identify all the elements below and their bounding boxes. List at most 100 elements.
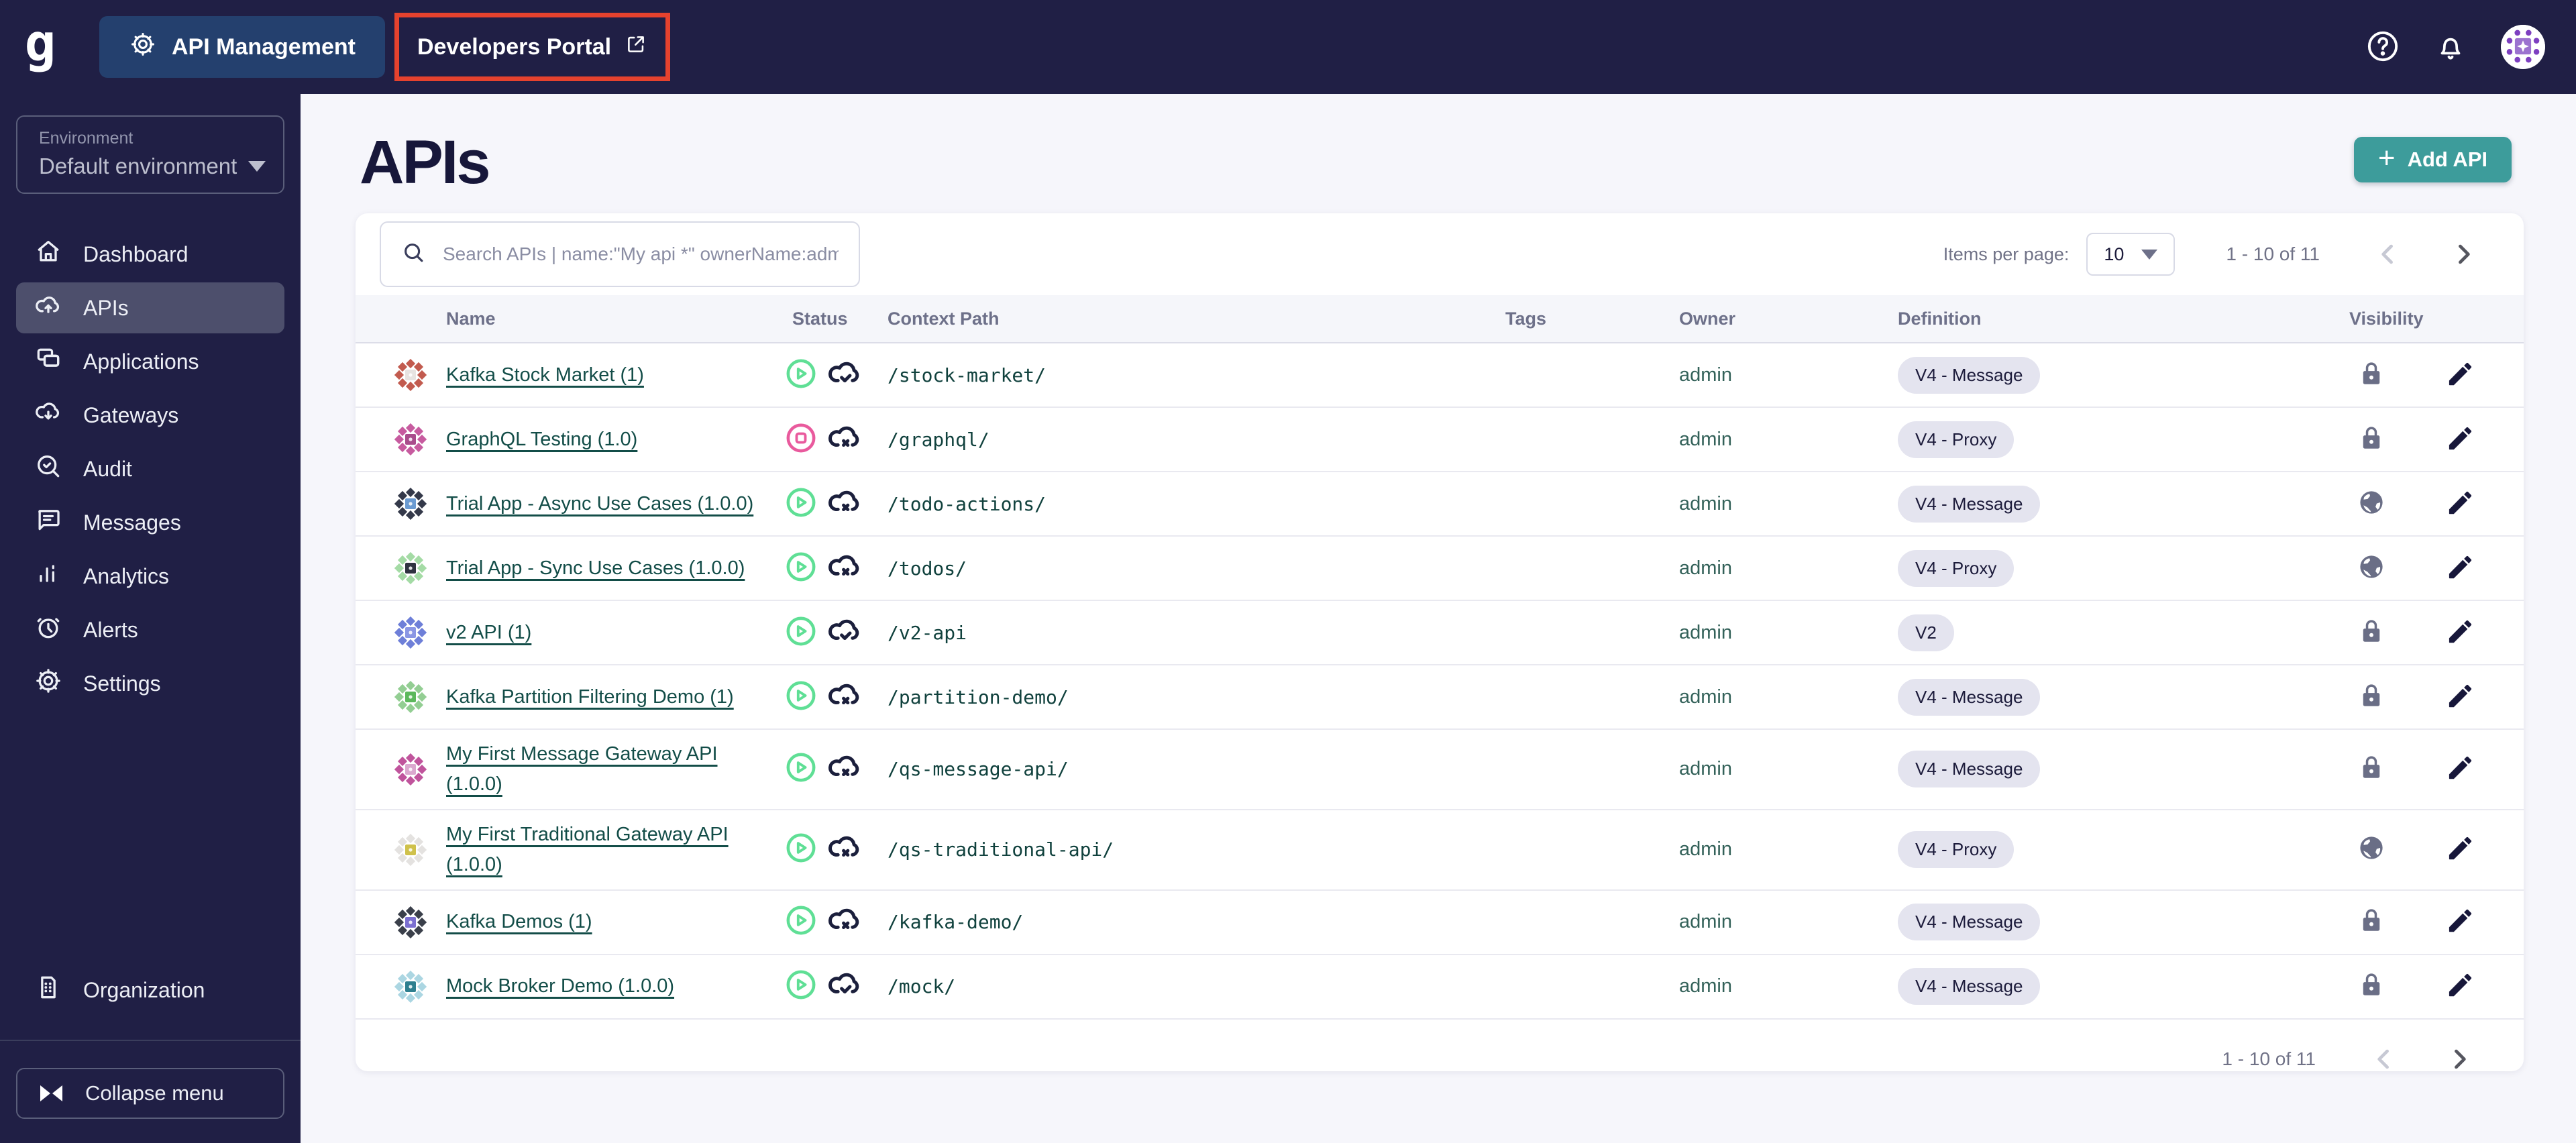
user-avatar[interactable]	[2501, 25, 2545, 69]
items-per-page-select[interactable]: 10	[2086, 233, 2176, 276]
api-status-cell	[786, 830, 881, 869]
home-icon	[34, 237, 63, 272]
notifications-button[interactable]	[2434, 30, 2467, 65]
api-name-link[interactable]: Trial App - Async Use Cases (1.0.0)	[446, 493, 753, 514]
api-name-link[interactable]: Kafka Demos (1)	[446, 911, 592, 932]
cloud-sync-icon	[827, 613, 863, 653]
table-row: My First Traditional Gateway API (1.0.0)…	[356, 810, 2524, 891]
status-started-icon	[786, 616, 816, 650]
sidebar-item-settings[interactable]: Settings	[16, 658, 284, 709]
api-name-link[interactable]: GraphQL Testing (1.0)	[446, 429, 637, 450]
lock-icon	[2357, 682, 2385, 713]
api-edit-cell	[2415, 616, 2524, 649]
collapse-menu-button[interactable]: Collapse menu	[16, 1068, 284, 1119]
api-avatar	[394, 488, 446, 520]
cloud-sync-icon	[827, 356, 863, 395]
api-owner: admin	[1679, 557, 1732, 579]
api-edit-cell	[2415, 681, 2524, 714]
sidebar-divider	[0, 1040, 301, 1041]
sidebar-item-label: Settings	[83, 671, 161, 696]
column-header-status: Status	[792, 308, 848, 329]
gear-icon	[34, 666, 63, 701]
sidebar-item-label: Analytics	[83, 563, 170, 588]
edit-api-button[interactable]	[2445, 681, 2475, 714]
api-name-link[interactable]: My First Message Gateway API (1.0.0)	[446, 743, 718, 795]
api-visibility	[2321, 553, 2415, 584]
sidebar-item-dashboard[interactable]: Dashboard	[16, 229, 284, 280]
edit-api-button[interactable]	[2445, 423, 2475, 456]
sidebar-item-messages[interactable]: Messages	[16, 497, 284, 548]
chevron-down-icon	[248, 161, 266, 172]
collapse-menu-label: Collapse menu	[85, 1081, 224, 1105]
api-name-link[interactable]: My First Traditional Gateway API (1.0.0)	[446, 824, 729, 875]
status-started-icon	[786, 680, 816, 714]
developers-portal-link[interactable]: Developers Portal	[417, 33, 647, 62]
api-name-link[interactable]: v2 API (1)	[446, 622, 531, 643]
sidebar-item-apis[interactable]: APIs	[16, 282, 284, 333]
api-name-link[interactable]: Mock Broker Demo (1.0.0)	[446, 975, 674, 997]
search-input[interactable]	[443, 243, 839, 265]
pencil-icon	[2445, 555, 2475, 585]
sidebar-item-applications[interactable]: Applications	[16, 336, 284, 387]
help-icon	[2365, 29, 2400, 66]
column-header-name: Name	[446, 308, 496, 329]
edit-api-button[interactable]	[2445, 906, 2475, 938]
edit-api-button[interactable]	[2445, 753, 2475, 785]
api-name-link[interactable]: Trial App - Sync Use Cases (1.0.0)	[446, 557, 745, 579]
api-avatar	[394, 616, 446, 649]
sidebar-item-gateways[interactable]: Gateways	[16, 390, 284, 441]
edit-api-button[interactable]	[2445, 552, 2475, 585]
edit-api-button[interactable]	[2445, 833, 2475, 866]
apps-icon	[34, 344, 63, 379]
plus-icon: +	[2377, 142, 2396, 174]
edit-api-button[interactable]	[2445, 970, 2475, 1003]
previous-page-button[interactable]	[2367, 239, 2410, 269]
sidebar-bottom: Organization Collapse menu	[0, 965, 301, 1143]
pencil-icon	[2445, 757, 2475, 785]
sidebar-item-audit[interactable]: Audit	[16, 443, 284, 494]
help-button[interactable]	[2365, 29, 2400, 66]
add-api-button[interactable]: + Add API	[2353, 137, 2512, 182]
api-edit-cell	[2415, 906, 2524, 938]
api-name-link[interactable]: Kafka Stock Market (1)	[446, 364, 644, 386]
api-name-cell: GraphQL Testing (1.0)	[446, 415, 786, 464]
api-name-cell: Trial App - Sync Use Cases (1.0.0)	[446, 544, 786, 593]
api-edit-cell	[2415, 970, 2524, 1003]
api-definition: V4 - Message	[1891, 356, 2321, 394]
lock-icon	[2357, 753, 2385, 785]
lock-icon	[2357, 971, 2385, 1002]
edit-api-button[interactable]	[2445, 359, 2475, 392]
api-visibility	[2321, 906, 2415, 938]
sidebar-item-alerts[interactable]: Alerts	[16, 604, 284, 655]
api-name-cell: Kafka Demos (1)	[446, 897, 786, 946]
api-owner: admin	[1679, 492, 1732, 514]
api-management-button[interactable]: API Management	[99, 16, 385, 78]
api-definition: V4 - Message	[1891, 485, 2321, 523]
api-edit-cell	[2415, 753, 2524, 785]
api-owner: admin	[1679, 838, 1732, 861]
api-visibility	[2321, 424, 2415, 455]
definition-badge: V4 - Message	[1898, 751, 2041, 788]
definition-badge: V2	[1898, 614, 1954, 651]
environment-selector[interactable]: Environment Default environment	[16, 115, 284, 194]
api-context-path: /mock/	[888, 975, 956, 998]
bell-icon	[2434, 30, 2467, 65]
api-name-link[interactable]: Kafka Partition Filtering Demo (1)	[446, 686, 734, 708]
api-avatar	[394, 423, 446, 455]
edit-api-button[interactable]	[2445, 616, 2475, 649]
edit-api-button[interactable]	[2445, 488, 2475, 521]
definition-badge: V4 - Message	[1898, 904, 2041, 941]
previous-page-button-bottom[interactable]	[2363, 1044, 2406, 1071]
api-status-cell	[786, 749, 881, 789]
pencil-icon	[2445, 684, 2475, 714]
table-footer: 1 - 10 of 11	[356, 1020, 2524, 1071]
sidebar-item-label: Gateways	[83, 402, 179, 427]
api-status-cell	[786, 967, 881, 1006]
sidebar-item-analytics[interactable]: Analytics	[16, 551, 284, 602]
sidebar-item-organization[interactable]: Organization	[16, 965, 284, 1016]
next-page-button[interactable]	[2442, 239, 2485, 269]
next-page-button-bottom[interactable]	[2438, 1044, 2481, 1071]
table-row: Trial App - Sync Use Cases (1.0.0) /todo…	[356, 537, 2524, 601]
chevron-left-icon	[2373, 239, 2403, 269]
chevron-right-icon	[2449, 239, 2478, 269]
